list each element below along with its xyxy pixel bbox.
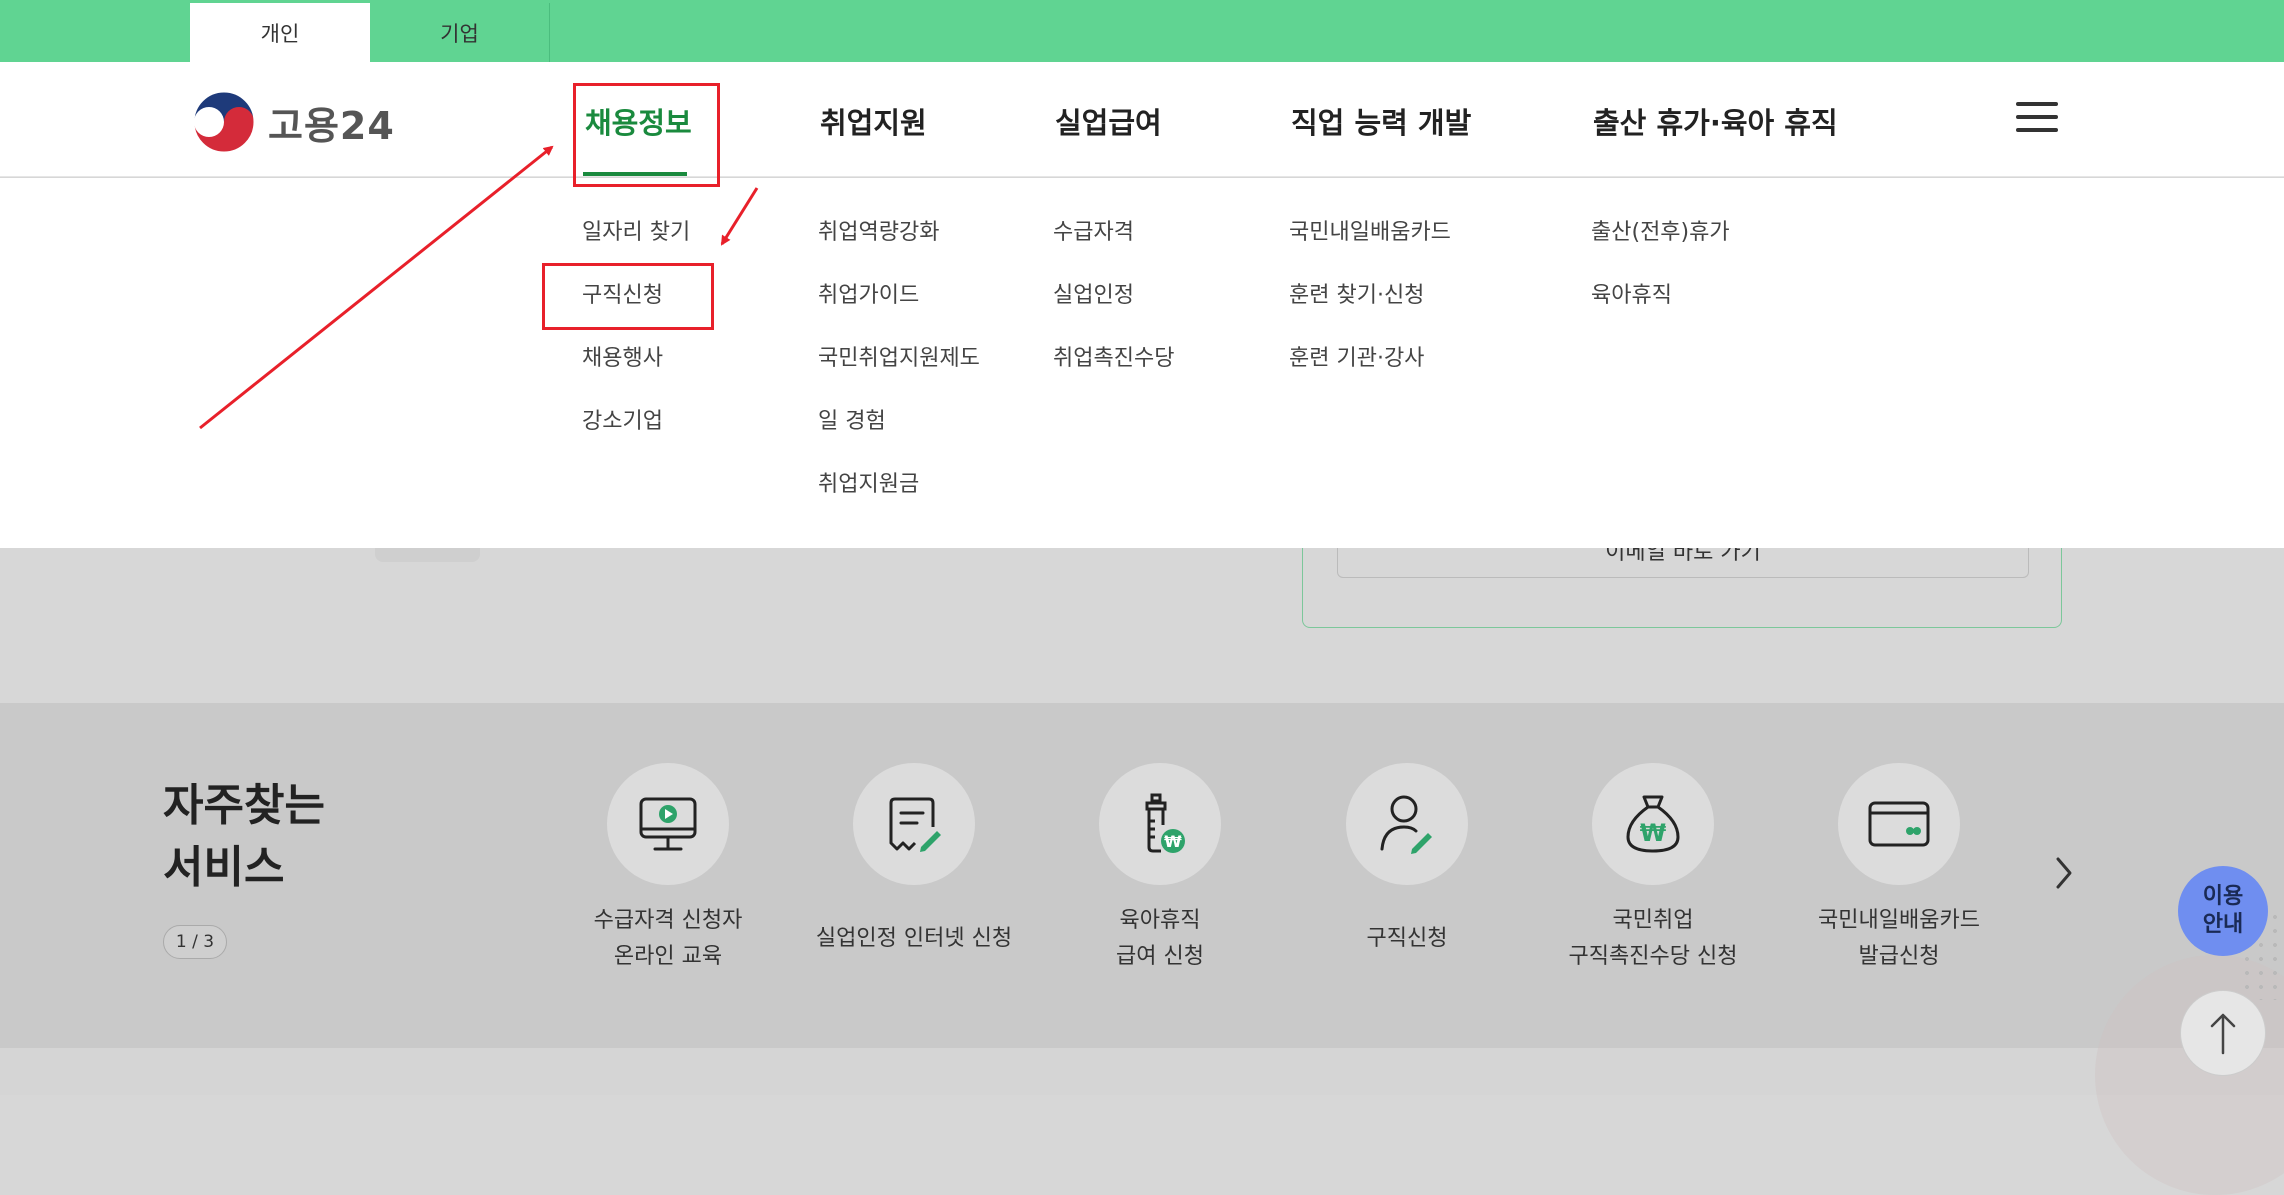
menu-item-learning-card[interactable]: 국민내일배움카드	[1289, 218, 1451, 281]
menu-col-recruit: 일자리 찾기 구직신청 채용행사 강소기업	[582, 218, 690, 470]
menu-item-maternity-leave[interactable]: 출산(전후)휴가	[1591, 218, 1730, 281]
top-bar: 개인 기업	[0, 0, 2284, 62]
services-title: 자주찾는 서비스	[163, 780, 325, 893]
service-item[interactable]: 국민내일배움카드 발급신청	[1779, 763, 2019, 975]
svg-text:₩: ₩	[1164, 832, 1182, 851]
header: 고용24 채용정보 취업지원 실업급여 직업 능력 개발 출산 휴가·육아 휴직	[0, 62, 2284, 177]
annotation-box-job-application	[542, 263, 714, 330]
frequent-services: 자주찾는 서비스 1 / 3 수급자격 신청자 온라인 교육 실업인정 인터넷 …	[0, 703, 2284, 1048]
annotation-box-recruit-info	[573, 83, 720, 187]
services-pager: 1 / 3	[163, 925, 227, 959]
usage-guide-button[interactable]: 이용 안내	[2178, 866, 2268, 956]
menu-icon[interactable]	[2016, 102, 2058, 132]
person-pen-icon	[1380, 795, 1432, 854]
menu-item-national-support[interactable]: 국민취업지원제도	[818, 344, 980, 407]
baby-bottle-won-icon: ₩	[1145, 793, 1185, 853]
gnb-job-skills[interactable]: 직업 능력 개발	[1291, 100, 1471, 142]
scroll-top-button[interactable]	[2180, 990, 2266, 1076]
document-pen-icon	[889, 797, 941, 852]
email-button-partial[interactable]: 이메일 바로 가기	[1337, 548, 2029, 578]
menu-item-eligibility[interactable]: 수급자격	[1053, 218, 1174, 281]
menu-item-job-fair[interactable]: 채용행사	[582, 344, 690, 407]
monitor-play-icon	[639, 797, 697, 851]
logo[interactable]: 고용24	[192, 90, 395, 154]
partial-button[interactable]	[375, 548, 480, 562]
email-button-label: 이메일 바로 가기	[1605, 548, 1761, 564]
service-item[interactable]: ₩ 육아휴직 급여 신청	[1040, 763, 1280, 975]
taegeuk-icon	[193, 91, 255, 153]
service-item[interactable]: 구직신청	[1287, 763, 1527, 957]
svg-text:₩: ₩	[1640, 819, 1667, 847]
mega-menu: 일자리 찾기 구직신청 채용행사 강소기업 취업역량강화 취업가이드 국민취업지…	[0, 178, 2284, 548]
tab-personal[interactable]: 개인	[190, 3, 370, 62]
menu-item-subsidy[interactable]: 취업지원금	[818, 470, 980, 533]
bottom-section	[0, 1048, 2284, 1095]
card-icon	[1868, 801, 1930, 847]
menu-item-parental-leave[interactable]: 육아휴직	[1591, 281, 1730, 344]
menu-item-guide[interactable]: 취업가이드	[818, 281, 980, 344]
arrow-up-icon	[2210, 1013, 2236, 1055]
menu-item-certification[interactable]: 실업인정	[1053, 281, 1174, 344]
menu-col-benefit: 수급자격 실업인정 취업촉진수당	[1053, 218, 1174, 407]
tab-business[interactable]: 기업	[370, 3, 550, 62]
chevron-right-icon[interactable]	[2050, 853, 2078, 893]
gnb-parental-leave[interactable]: 출산 휴가·육아 휴직	[1593, 100, 1838, 142]
service-item[interactable]: 실업인정 인터넷 신청	[794, 763, 1034, 957]
menu-col-leave: 출산(전후)휴가 육아휴직	[1591, 218, 1730, 344]
menu-item-promotion-allowance[interactable]: 취업촉진수당	[1053, 344, 1174, 407]
service-item[interactable]: ₩ 국민취업 구직촉진수당 신청	[1533, 763, 1773, 975]
service-item[interactable]: 수급자격 신청자 온라인 교육	[548, 763, 788, 975]
menu-item-work-experience[interactable]: 일 경험	[818, 407, 980, 470]
money-bag-won-icon: ₩	[1626, 795, 1680, 853]
menu-col-skills: 국민내일배움카드 훈련 찾기·신청 훈련 기관·강사	[1289, 218, 1451, 407]
gnb-unemployment-benefit[interactable]: 실업급여	[1055, 100, 1162, 142]
menu-item-training-institution[interactable]: 훈련 기관·강사	[1289, 344, 1451, 407]
menu-item-capability[interactable]: 취업역량강화	[818, 218, 980, 281]
menu-item-small-giant[interactable]: 강소기업	[582, 407, 690, 470]
menu-item-training-search[interactable]: 훈련 찾기·신청	[1289, 281, 1451, 344]
gnb-employment-support[interactable]: 취업지원	[820, 100, 927, 142]
menu-col-support: 취업역량강화 취업가이드 국민취업지원제도 일 경험 취업지원금	[818, 218, 980, 533]
logo-text: 고용24	[268, 103, 395, 148]
